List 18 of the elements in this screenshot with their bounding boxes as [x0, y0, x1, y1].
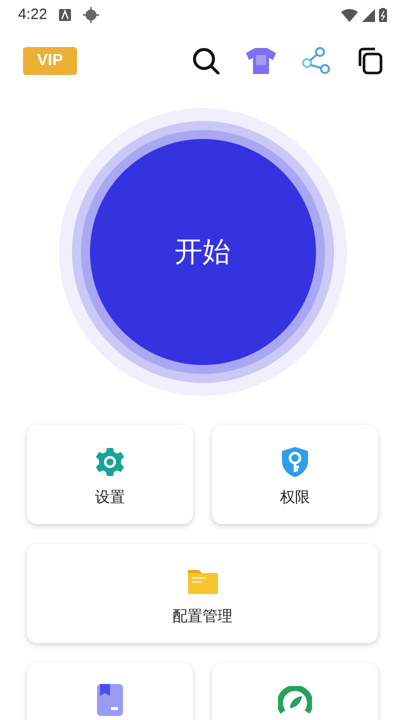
gear-icon — [94, 446, 126, 478]
search-icon[interactable] — [191, 46, 221, 76]
location-icon — [83, 7, 100, 23]
wifi-icon — [341, 8, 358, 22]
battery-icon — [379, 8, 387, 22]
status-time: 4:22 — [18, 4, 48, 25]
t-shirt-icon[interactable] — [245, 47, 277, 75]
gauge-icon — [278, 686, 312, 714]
config-card[interactable]: 配置管理 — [27, 544, 378, 643]
folder-icon — [186, 567, 218, 595]
bookmark-box-icon — [97, 684, 123, 716]
notification-icon — [59, 9, 72, 21]
share-icon[interactable] — [301, 47, 331, 75]
menu-card[interactable]: 设置 — [27, 425, 193, 524]
shield-key-icon — [281, 446, 309, 478]
signal-icon — [362, 8, 375, 22]
menu-card[interactable]: 权限 — [212, 425, 378, 524]
start-button[interactable]: 开始 — [90, 139, 316, 365]
